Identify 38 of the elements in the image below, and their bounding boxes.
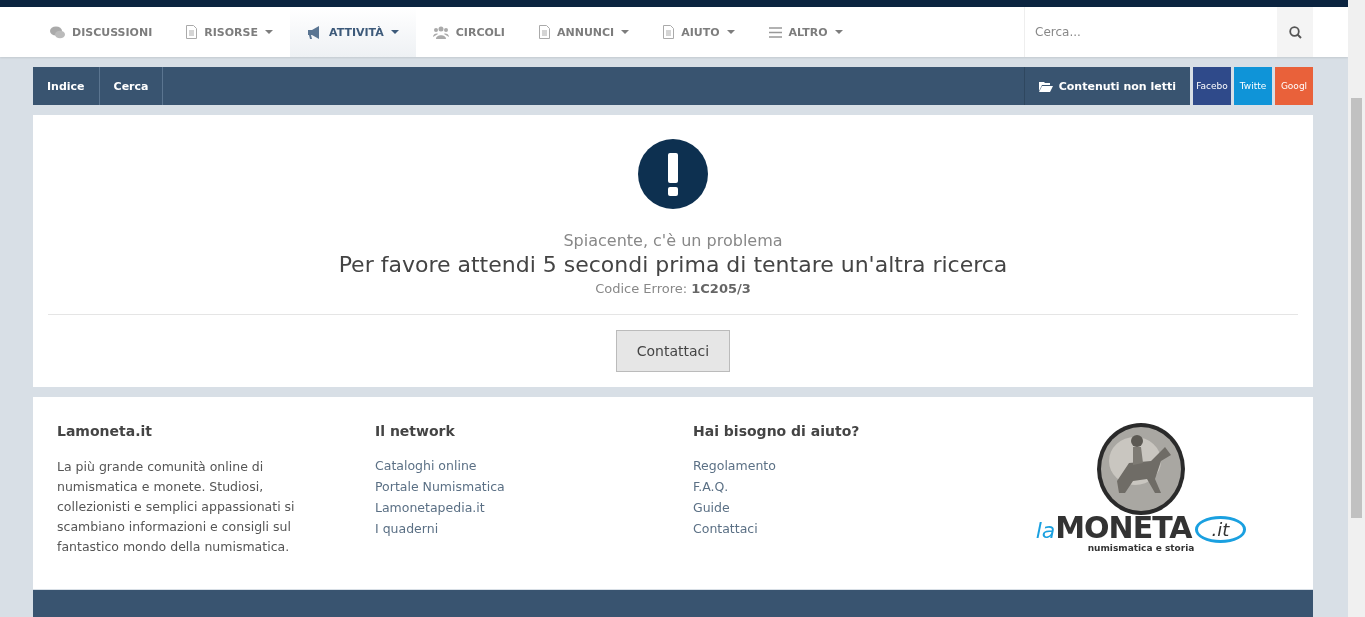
footer-description: La più grande comunità online di numismatica e monete. Studiosi, collezionisti e semplici appassionati si scambiano informazioni e consigli sul fantastico mondo della numismatica. — [57, 458, 296, 556]
breadcrumb-link[interactable]: Indice — [33, 67, 100, 105]
footer-heading: Hai bisogno di aiuto? — [693, 423, 860, 439]
scrollbar-thumb[interactable] — [1351, 98, 1362, 518]
users-icon — [432, 25, 449, 39]
menu-icon — [768, 26, 782, 38]
nav-tab[interactable]: ANNUNCI — [521, 7, 647, 57]
share-button[interactable]: Facebo — [1193, 67, 1231, 105]
megaphone-icon — [307, 25, 322, 39]
nav-tab[interactable]: RISORSE — [169, 7, 290, 57]
document-icon — [186, 25, 198, 39]
share-button[interactable]: Twitte — [1234, 67, 1272, 105]
error-message: Per favore attendi 5 secondi prima di tentare un'altra ricerca — [338, 252, 1008, 277]
logo-prefix: la — [1035, 518, 1056, 543]
nav-tab[interactable]: AIUTO — [646, 7, 752, 57]
nav-tab[interactable]: CIRCOLI — [415, 7, 522, 57]
document-icon — [538, 25, 550, 39]
footer-heading: Lamoneta.it — [57, 423, 152, 439]
scrollbar[interactable] — [1348, 0, 1365, 617]
breadcrumb-link[interactable]: Cerca — [99, 67, 164, 105]
error-code: Codice Errore: 1C205/3 — [595, 281, 751, 296]
share-button[interactable]: Googl — [1275, 67, 1313, 105]
logo-name: MONETA — [1055, 513, 1192, 543]
logo-suffix: .it — [1194, 516, 1247, 543]
error-subtitle: Spiacente, c'è un problema — [563, 231, 783, 250]
search-button[interactable] — [1277, 7, 1313, 57]
nav-tab[interactable]: ALTRO — [751, 7, 860, 57]
nav-tab[interactable]: DISCUSSIONI — [33, 7, 170, 57]
search-icon — [1288, 25, 1302, 39]
logo-tagline: numismatica e storia — [1087, 543, 1195, 553]
document-icon — [663, 25, 675, 39]
contact-button[interactable]: Contattaci — [615, 330, 731, 372]
nav-tab[interactable]: ATTIVITÀ — [290, 7, 416, 57]
exclamation-icon — [638, 139, 708, 209]
unread-content-link[interactable]: Contenuti non letti — [1023, 67, 1190, 105]
footer-heading: Il network — [375, 423, 455, 439]
chat-icon — [50, 25, 65, 39]
folder-icon — [1038, 80, 1053, 92]
